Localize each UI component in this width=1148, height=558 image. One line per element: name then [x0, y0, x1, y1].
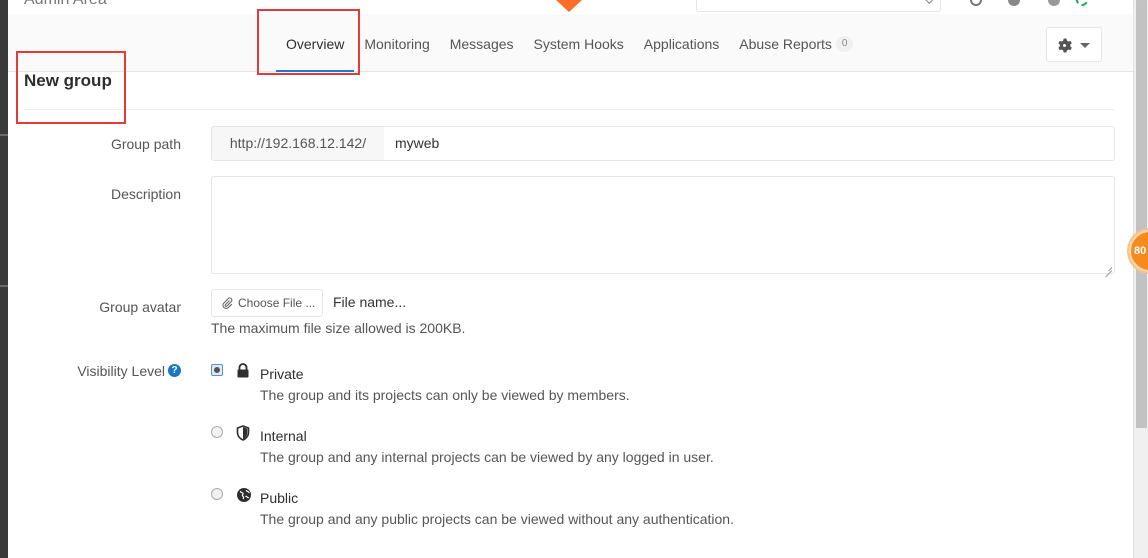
- question-circle-icon[interactable]: ?: [168, 363, 181, 377]
- choose-file-label: Choose File ...: [238, 296, 316, 310]
- paperclip-icon: [222, 297, 233, 309]
- gitlab-logo-icon[interactable]: [556, 0, 582, 12]
- group-path-input[interactable]: myweb: [384, 126, 1115, 161]
- visibility-radio-private[interactable]: [211, 364, 223, 376]
- visibility-title-public: Public: [260, 490, 299, 506]
- globe-icon: [237, 488, 251, 502]
- group-avatar-label: Group avatar: [99, 299, 181, 315]
- visibility-level-label: Visibility Level?: [6, 363, 181, 379]
- admin-area-title: Admin Area: [24, 0, 107, 9]
- tab-abuse-reports[interactable]: Abuse Reports 0: [729, 14, 863, 72]
- shield-icon: [236, 425, 250, 441]
- scrollbar-thumb[interactable]: [1136, 0, 1147, 428]
- description-textarea[interactable]: [211, 176, 1115, 274]
- tab-label: Abuse Reports: [739, 36, 832, 52]
- highlight-box-overview-tab: [257, 9, 360, 75]
- nav-tabs: Overview Monitoring Messages System Hook…: [276, 14, 863, 72]
- user-avatar-icon[interactable]: [1076, 0, 1088, 6]
- tab-label: Messages: [449, 36, 514, 52]
- visibility-desc-private: The group and its projects can only be v…: [260, 387, 630, 403]
- choose-file-button[interactable]: Choose File ...: [211, 289, 323, 317]
- description-label: Description: [110, 186, 181, 202]
- highlight-box-page-title: [16, 51, 126, 124]
- chevron-down-icon: [925, 0, 935, 4]
- file-name-text: File name...: [333, 294, 407, 310]
- lock-icon: [237, 363, 249, 378]
- tab-label: System Hooks: [533, 36, 624, 52]
- search-input[interactable]: [696, 0, 941, 12]
- top-header: Admin Area: [8, 0, 1133, 14]
- tab-messages[interactable]: Messages: [440, 14, 524, 72]
- tab-applications[interactable]: Applications: [634, 14, 730, 72]
- gear-icon: [1058, 38, 1072, 53]
- floating-counter-badge[interactable]: 80: [1129, 230, 1148, 272]
- visibility-label-text: Visibility Level: [77, 363, 165, 379]
- settings-dropdown-button[interactable]: [1046, 27, 1102, 62]
- divider: [24, 109, 1114, 110]
- visibility-title-internal: Internal: [260, 428, 307, 444]
- merge-request-icon[interactable]: [1048, 0, 1060, 6]
- tab-monitoring[interactable]: Monitoring: [354, 14, 439, 72]
- visibility-radio-internal[interactable]: [211, 426, 223, 438]
- abuse-count-badge: 0: [835, 36, 854, 53]
- visibility-desc-public: The group and any public projects can be…: [260, 511, 734, 527]
- visibility-radio-public[interactable]: [211, 488, 223, 500]
- edge-marker: [0, 285, 8, 287]
- vertical-scrollbar[interactable]: [1133, 0, 1148, 558]
- group-path-prefix: http://192.168.12.142/: [211, 126, 385, 161]
- issues-icon[interactable]: [1008, 0, 1020, 6]
- caret-down-icon: [1080, 43, 1090, 48]
- left-window-edge: [0, 0, 8, 558]
- tab-label: Monitoring: [364, 36, 430, 52]
- resize-handle-icon[interactable]: [1105, 264, 1112, 271]
- wrench-icon[interactable]: [970, 0, 982, 6]
- group-path-label: Group path: [110, 136, 181, 152]
- visibility-title-private: Private: [260, 366, 304, 382]
- visibility-desc-internal: The group and any internal projects can …: [260, 449, 714, 465]
- tab-label: Applications: [643, 36, 720, 52]
- tab-system-hooks[interactable]: System Hooks: [524, 14, 634, 72]
- admin-nav-bar: Overview Monitoring Messages System Hook…: [8, 14, 1133, 72]
- avatar-help-text: The maximum file size allowed is 200KB.: [211, 320, 466, 336]
